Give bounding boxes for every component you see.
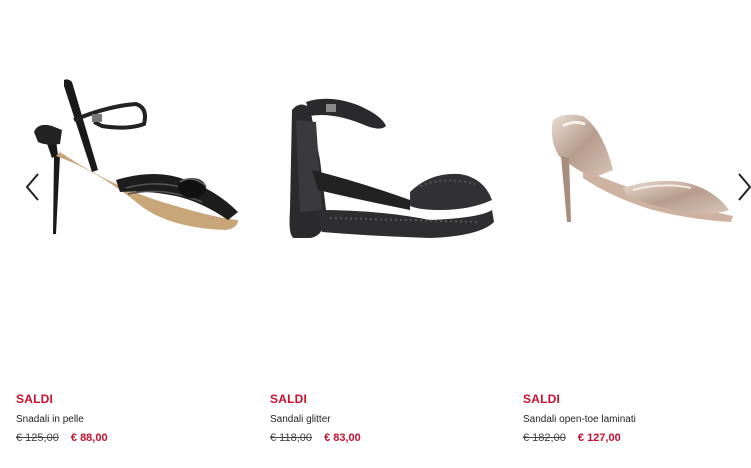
product-image-metallic-open-toe[interactable] [523,60,751,260]
product-image-glitter-sandal[interactable] [270,60,510,260]
product-prices: € 182,00 € 127,00 [523,432,621,444]
product-prices: € 118,00 € 83,00 [270,432,361,444]
product-card[interactable]: SALDI Snadali in pelle € 125,00 € 88,00 [16,0,256,468]
product-name[interactable]: Sandali glitter [270,414,331,425]
product-name[interactable]: Snadali in pelle [16,414,84,425]
sale-price: € 88,00 [70,432,108,444]
sale-badge: SALDI [270,392,307,406]
old-price: € 182,00 [523,432,566,444]
product-card[interactable]: SALDI Sandali open-toe laminati € 182,00… [523,0,751,468]
product-prices: € 125,00 € 88,00 [16,432,108,444]
sale-price: € 83,00 [324,432,361,444]
old-price: € 118,00 [270,432,313,444]
product-carousel: SALDI Snadali in pelle € 125,00 € 88,00 [0,0,751,468]
carousel-next-button[interactable] [735,172,751,202]
sale-badge: SALDI [16,392,53,406]
sale-badge: SALDI [523,392,560,406]
sale-price: € 127,00 [577,432,621,444]
chevron-right-icon [738,173,751,201]
product-image-leather-sandal[interactable] [16,60,256,260]
product-name[interactable]: Sandali open-toe laminati [523,414,636,425]
old-price: € 125,00 [16,432,59,444]
product-card[interactable]: SALDI Sandali glitter € 118,00 € 83,00 [270,0,510,468]
